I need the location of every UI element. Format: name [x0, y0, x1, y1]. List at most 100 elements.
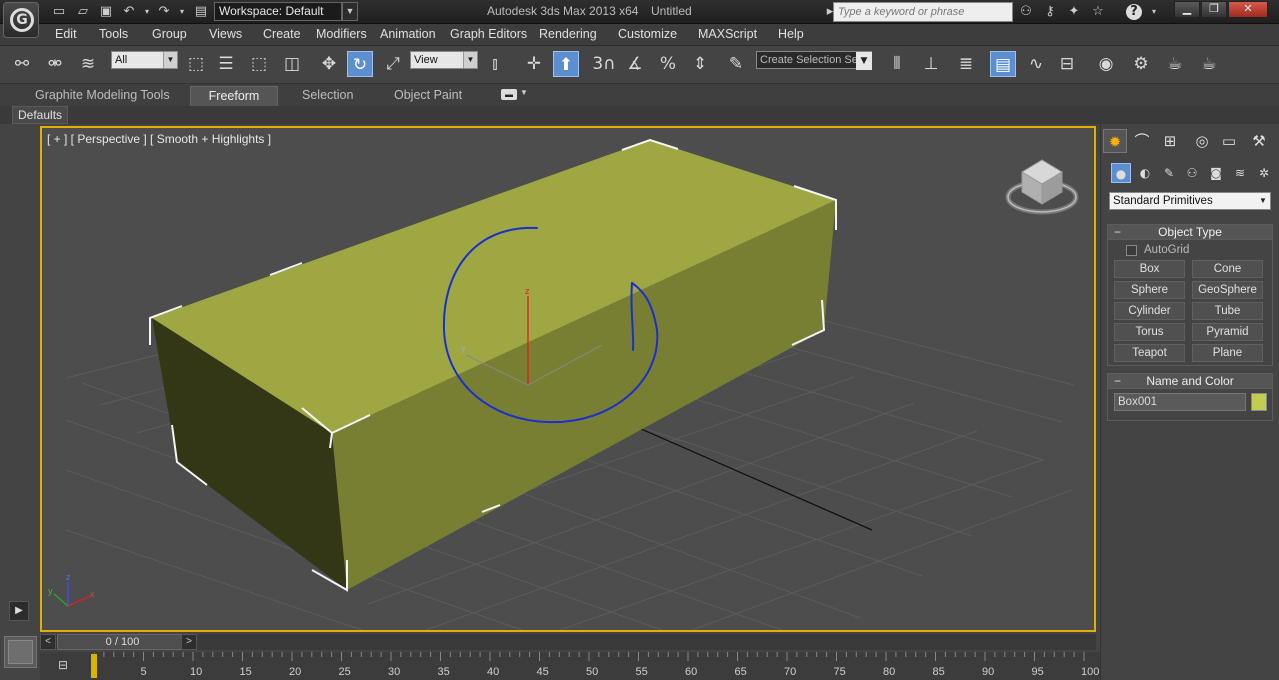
menu-maxscript[interactable]: MAXScript — [698, 27, 757, 41]
shapes-icon[interactable]: ◐ — [1135, 163, 1155, 183]
schematic-view-icon[interactable]: ⊟ — [1054, 51, 1080, 77]
subscription-key-icon[interactable]: ⚷ — [1040, 3, 1060, 21]
workspace-select[interactable]: Workspace: Default — [214, 2, 342, 21]
scale-icon[interactable]: ⤢ — [380, 51, 406, 77]
pyramid-button[interactable]: Pyramid — [1192, 323, 1263, 341]
material-editor-icon[interactable]: ◉ — [1093, 51, 1119, 77]
binoculars-icon[interactable]: ⚇ — [1016, 3, 1036, 21]
bind-space-warp-icon[interactable]: ≋ — [75, 51, 101, 77]
close-button[interactable]: ✕ — [1228, 1, 1268, 18]
tab-graphite-modeling-tools[interactable]: Graphite Modeling Tools — [27, 86, 178, 106]
motion-tab-icon[interactable]: ◎ — [1190, 129, 1214, 153]
geometry-icon[interactable]: ● — [1111, 163, 1131, 183]
object-name-field[interactable]: Box001 — [1114, 393, 1246, 411]
display-tab-icon[interactable]: ▭ — [1217, 129, 1241, 153]
tab-freeform[interactable]: Freeform — [190, 86, 278, 106]
create-tab-icon[interactable]: ✹ — [1103, 129, 1127, 153]
reference-coordinate-select[interactable]: View ▼ — [410, 51, 478, 69]
tab-object-paint[interactable]: Object Paint — [386, 86, 470, 106]
edit-named-selection-icon[interactable]: ✎ — [723, 51, 749, 77]
help-icon[interactable]: ? — [1124, 3, 1144, 21]
select-manipulate-icon[interactable]: ✛ — [521, 51, 547, 77]
primitive-category-select[interactable]: Standard Primitives ▼ — [1109, 192, 1271, 210]
undo-dropdown-icon[interactable]: ▾ — [138, 3, 156, 21]
curve-editor-icon[interactable]: ⊟ — [52, 656, 74, 674]
menu-views[interactable]: Views — [209, 27, 242, 41]
mini-listener[interactable] — [4, 636, 37, 668]
track-bar[interactable]: ⊟ 05101520253035404550556065707580859095… — [40, 652, 1100, 680]
cameras-icon[interactable]: ⚇ — [1182, 163, 1202, 183]
space-warps-icon[interactable]: ≋ — [1230, 163, 1250, 183]
time-slider[interactable]: < 0 / 100 > — [40, 634, 1096, 650]
menu-tools[interactable]: Tools — [99, 27, 128, 41]
snaps-toggle-icon[interactable]: 3∩ — [591, 51, 617, 77]
menu-graph-editors[interactable]: Graph Editors — [450, 27, 527, 41]
new-file-icon[interactable]: ▭ — [50, 3, 68, 21]
select-object-icon[interactable]: ⬚ — [183, 51, 209, 77]
geosphere-button[interactable]: GeoSphere — [1192, 281, 1263, 299]
spinner-snap-icon[interactable]: ⇕ — [687, 51, 713, 77]
menu-help[interactable]: Help — [778, 27, 804, 41]
next-frame-icon[interactable]: > — [181, 634, 197, 650]
utilities-tab-icon[interactable]: ⚒ — [1247, 129, 1271, 153]
undo-icon[interactable]: ↶ — [120, 3, 138, 21]
keyboard-shortcut-override-icon[interactable]: ⬆ — [553, 51, 579, 77]
curve-editor-icon[interactable]: ∿ — [1023, 51, 1049, 77]
object-type-header[interactable]: − Object Type — [1108, 225, 1272, 240]
perspective-viewport[interactable]: z y z y x [ + ] [ Perspective ] [ Smooth… — [40, 126, 1096, 632]
tab-selection[interactable]: Selection — [294, 86, 361, 106]
box-button[interactable]: Box — [1114, 260, 1185, 278]
graphite-ribbon-toggle-icon[interactable]: ▤ — [990, 51, 1016, 77]
teapot-button[interactable]: Teapot — [1114, 344, 1185, 362]
chevron-down-icon[interactable]: ▼ — [856, 52, 872, 70]
named-selection-set-input[interactable]: Create Selection Se — [756, 51, 872, 69]
cylinder-button[interactable]: Cylinder — [1114, 302, 1185, 320]
link-icon[interactable]: ⚯ — [9, 51, 35, 77]
unlink-icon[interactable]: ⚮ — [42, 51, 68, 77]
rotate-icon[interactable]: ↻ — [347, 51, 373, 77]
tube-button[interactable]: Tube — [1192, 302, 1263, 320]
angle-snap-icon[interactable]: ∡ — [622, 51, 648, 77]
menu-edit[interactable]: Edit — [55, 27, 77, 41]
box-object[interactable] — [149, 138, 837, 592]
mirror-icon[interactable]: ⫴ — [884, 51, 910, 77]
rectangular-selection-icon[interactable]: ⬚ — [246, 51, 272, 77]
minimize-button[interactable]: ▁ — [1174, 1, 1200, 18]
previous-frame-icon[interactable]: < — [40, 634, 56, 650]
menu-rendering[interactable]: Rendering — [539, 27, 597, 41]
help-dropdown-icon[interactable]: ▾ — [1144, 3, 1164, 21]
lights-icon[interactable]: ✎ — [1159, 163, 1179, 183]
render-setup-icon[interactable]: ⚙ — [1128, 51, 1154, 77]
name-and-color-header[interactable]: − Name and Color — [1108, 374, 1272, 389]
redo-dropdown-icon[interactable]: ▾ — [173, 3, 191, 21]
menu-customize[interactable]: Customize — [618, 27, 677, 41]
expand-arrow-icon[interactable]: ▶ — [9, 601, 29, 621]
save-file-icon[interactable]: ▣ — [97, 3, 115, 21]
chevron-down-icon[interactable]: ▼ — [342, 2, 358, 21]
menu-animation[interactable]: Animation — [380, 27, 436, 41]
menu-modifiers[interactable]: Modifiers — [316, 27, 367, 41]
search-input[interactable]: Type a keyword or phrase — [833, 2, 1013, 22]
selection-filter-select[interactable]: All ▼ — [111, 51, 178, 69]
percent-snap-icon[interactable]: % — [655, 51, 681, 77]
pivot-center-icon[interactable]: ⫾ — [482, 51, 508, 77]
open-file-icon[interactable]: ▱ — [74, 3, 92, 21]
plane-button[interactable]: Plane — [1192, 344, 1263, 362]
app-menu-button[interactable]: G — [3, 2, 39, 38]
move-icon[interactable]: ✥ — [316, 51, 342, 77]
rendered-frame-window-icon[interactable]: ☕ — [1162, 51, 1188, 77]
project-folder-icon[interactable]: ▤ — [192, 3, 210, 21]
select-by-name-icon[interactable]: ☰ — [213, 51, 239, 77]
systems-icon[interactable]: ✲ — [1254, 163, 1274, 183]
favorites-star-icon[interactable]: ☆ — [1088, 3, 1108, 21]
restore-button[interactable]: ❐ — [1201, 1, 1227, 18]
redo-icon[interactable]: ↷ — [155, 3, 173, 21]
current-time-marker[interactable] — [91, 654, 97, 678]
menu-create[interactable]: Create — [263, 27, 301, 41]
ribbon-options-icon[interactable]: ▬ — [501, 89, 517, 100]
torus-button[interactable]: Torus — [1114, 323, 1185, 341]
modify-tab-icon[interactable]: ⌒ — [1130, 129, 1154, 153]
layer-manager-icon[interactable]: ≣ — [953, 51, 979, 77]
cone-button[interactable]: Cone — [1192, 260, 1263, 278]
viewcube[interactable] — [1005, 159, 1079, 215]
